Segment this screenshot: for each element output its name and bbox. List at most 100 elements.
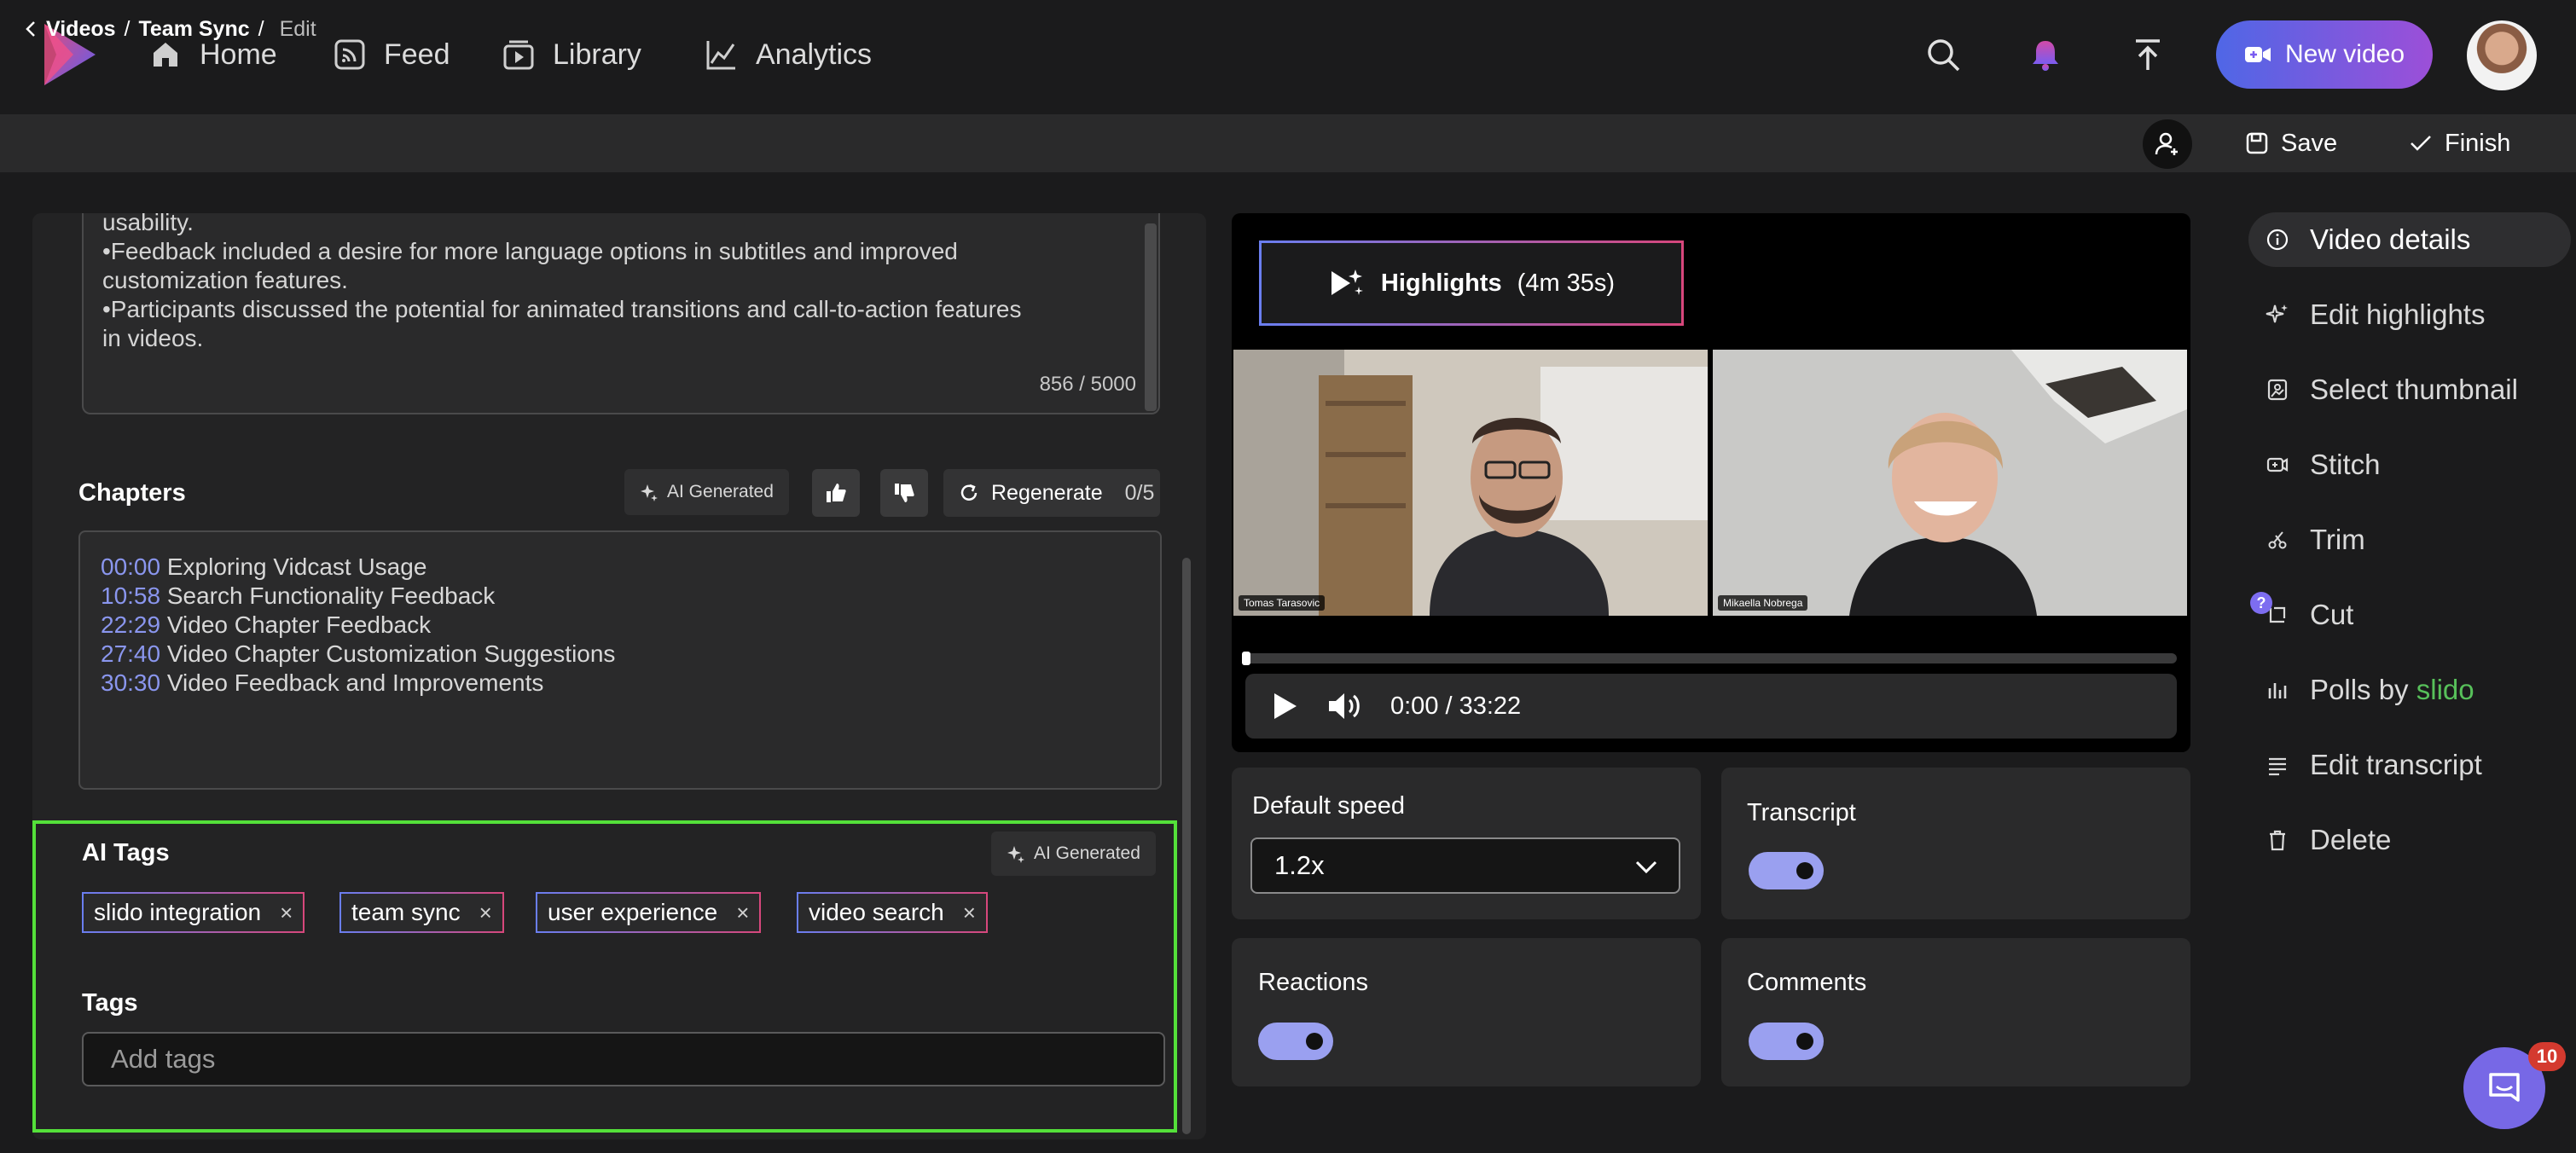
summary-textarea[interactable]: usability. •Feedback included a desire f…: [82, 213, 1160, 414]
chapter-item: 10:58 Search Functionality Feedback: [101, 582, 1140, 611]
menu-cut[interactable]: Cut: [2248, 588, 2571, 642]
nav-feed-label: Feed: [384, 38, 450, 71]
ai-tags-ai-generated-badge: AI Generated: [991, 831, 1156, 876]
thumbs-down-button[interactable]: [880, 469, 928, 517]
panel-scrollbar[interactable]: [1182, 558, 1191, 1134]
chapter-item: 27:40 Video Chapter Customization Sugges…: [101, 640, 1140, 669]
tag-chip-label: team sync: [351, 899, 461, 925]
sparkle-icon: [1007, 846, 1024, 863]
breadcrumb-team-sync[interactable]: Team Sync: [138, 17, 249, 42]
menu-select-thumbnail[interactable]: Select thumbnail: [2248, 362, 2571, 417]
menu-video-details[interactable]: Video details: [2248, 212, 2571, 267]
nav-feed[interactable]: Feed: [333, 32, 450, 77]
reactions-label: Reactions: [1258, 969, 1368, 996]
transcript-icon: [2269, 757, 2286, 776]
menu-trim[interactable]: Trim: [2248, 513, 2571, 567]
new-video-label: New video: [2284, 40, 2405, 68]
chapter-title: Video Chapter Feedback: [166, 611, 432, 638]
scissors-icon: [2268, 531, 2287, 549]
save-icon: [2246, 132, 2268, 154]
chat-unread-badge: 10: [2528, 1042, 2566, 1071]
chat-icon: [2489, 1073, 2520, 1102]
upload-icon[interactable]: [2127, 34, 2168, 75]
menu-label: Polls by slido: [2310, 674, 2474, 706]
save-label: Save: [2281, 129, 2338, 157]
regenerate-button[interactable]: Regenerate 0/5: [943, 469, 1160, 517]
summary-line: •Feedback included a desire for more lan…: [102, 238, 958, 264]
search-icon[interactable]: [1923, 34, 1964, 75]
default-speed-label: Default speed: [1252, 792, 1405, 820]
chapter-timestamp[interactable]: 10:58: [101, 582, 160, 609]
default-speed-select[interactable]: 1.2x: [1250, 837, 1680, 894]
remove-tag-icon[interactable]: ×: [479, 900, 492, 926]
menu-label: Cut: [2310, 599, 2354, 630]
tag-chip-label: user experience: [548, 899, 718, 925]
new-video-button[interactable]: New video: [2216, 20, 2433, 89]
stitch-icon: [2266, 457, 2289, 472]
breadcrumb-videos[interactable]: Videos: [46, 17, 116, 42]
thumbs-up-button[interactable]: [812, 469, 860, 517]
menu-label: Video details: [2310, 223, 2471, 255]
chapter-item: 30:30 Video Feedback and Improvements: [101, 669, 1140, 698]
trash-icon: [2270, 830, 2285, 851]
remove-tag-icon[interactable]: ×: [963, 900, 976, 926]
transcript-toggle[interactable]: [1749, 852, 1824, 889]
chapter-timestamp[interactable]: 30:30: [101, 669, 160, 696]
chapter-item: 00:00 Exploring Vidcast Usage: [101, 553, 1140, 582]
top-navigation-bar: Home Feed Library Analytics New video: [0, 0, 2576, 114]
menu-edit-transcript[interactable]: Edit transcript: [2248, 738, 2571, 792]
menu-delete[interactable]: Delete: [2248, 813, 2571, 867]
thumbs-up-icon: [827, 484, 846, 502]
nav-analytics[interactable]: Analytics: [705, 32, 872, 77]
chapter-timestamp[interactable]: 22:29: [101, 611, 160, 638]
highlights-label: Highlights: [1380, 269, 1502, 297]
progress-handle[interactable]: [1242, 652, 1250, 665]
default-speed-value: 1.2x: [1274, 850, 1325, 880]
menu-label: Edit transcript: [2310, 749, 2482, 780]
nav-library[interactable]: Library: [502, 32, 641, 77]
chapters-textarea[interactable]: 00:00 Exploring Vidcast Usage 10:58 Sear…: [78, 530, 1162, 790]
polls-by-label: Polls by: [2310, 674, 2409, 705]
info-icon: [2266, 229, 2289, 251]
participant-name-tag: Mikaella Nobrega: [1718, 595, 1808, 611]
regenerate-count: 0/5: [1124, 480, 1155, 505]
save-button[interactable]: Save: [2245, 114, 2337, 172]
help-icon[interactable]: ?: [2250, 592, 2272, 614]
chapter-timestamp[interactable]: 27:40: [101, 640, 160, 667]
library-icon: [503, 40, 534, 70]
nav-analytics-label: Analytics: [756, 38, 873, 71]
comments-label: Comments: [1747, 969, 1867, 996]
chapter-title: Search Functionality Feedback: [166, 582, 496, 609]
user-avatar[interactable]: [2467, 20, 2537, 90]
feed-icon: [334, 39, 365, 70]
add-tags-input[interactable]: Add tags: [82, 1032, 1165, 1086]
analytics-icon: [706, 41, 735, 70]
comments-toggle[interactable]: [1749, 1023, 1824, 1060]
share-person-button[interactable]: [2143, 119, 2192, 169]
menu-polls-by-slido[interactable]: Polls by slido: [2248, 663, 2571, 717]
chapter-timestamp[interactable]: 00:00: [101, 553, 160, 580]
finish-button[interactable]: Finish: [2409, 114, 2510, 172]
video-progress-bar[interactable]: [1245, 653, 2177, 663]
menu-label: Edit highlights: [2310, 298, 2486, 330]
highlights-button[interactable]: Highlights (4m 35s): [1259, 240, 1684, 326]
remove-tag-icon[interactable]: ×: [280, 900, 293, 926]
reactions-card: [1232, 938, 1701, 1086]
remove-tag-icon[interactable]: ×: [736, 900, 749, 926]
tag-chip: video search ×: [797, 892, 988, 933]
chevron-left-icon[interactable]: [22, 19, 39, 39]
breadcrumb-separator: /: [258, 16, 264, 41]
volume-icon[interactable]: [1327, 691, 1365, 721]
breadcrumb-separator: /: [124, 16, 131, 41]
play-icon[interactable]: [1269, 691, 1300, 721]
thumbs-down-icon: [895, 484, 914, 502]
summary-scrollbar[interactable]: [1145, 223, 1157, 411]
ai-generated-label: AI Generated: [667, 482, 774, 501]
menu-stitch[interactable]: Stitch: [2248, 437, 2571, 492]
reactions-toggle[interactable]: [1258, 1023, 1333, 1060]
notification-bell-icon[interactable]: [2025, 34, 2066, 75]
video-controls: [1245, 674, 2177, 739]
tag-chip: slido integration ×: [82, 892, 305, 933]
menu-edit-highlights[interactable]: Edit highlights: [2248, 287, 2571, 342]
finish-label: Finish: [2445, 129, 2511, 157]
